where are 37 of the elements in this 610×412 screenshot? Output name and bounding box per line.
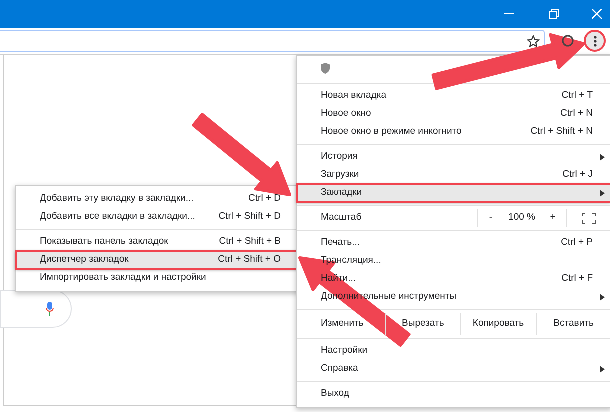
caret-icon (600, 190, 605, 196)
menu-item[interactable]: Печать... Ctrl + P (297, 234, 610, 252)
menu-item[interactable]: Выход (297, 385, 610, 403)
edit-button[interactable]: Вставить (536, 313, 610, 335)
close-icon[interactable] (592, 9, 602, 19)
menu-item[interactable]: Настройки (297, 342, 610, 360)
edit-button[interactable]: Копировать (460, 313, 536, 335)
menu-item[interactable]: Трансляция... (297, 252, 610, 270)
menu-item[interactable]: Загрузки Ctrl + J (297, 166, 610, 184)
menu-item[interactable]: Справка (297, 360, 610, 378)
zoom-value: 100 % (508, 210, 536, 225)
minimize-icon[interactable] (504, 13, 514, 15)
zoom-label: Масштаб (320, 210, 363, 225)
zoom-in-button[interactable]: + (540, 210, 566, 226)
menu-item[interactable]: Закладки (297, 184, 610, 202)
restore-icon[interactable] (549, 9, 559, 19)
menu-item[interactable]: Добавить все вкладки в закладки... Ctrl + Shift + D (16, 208, 299, 226)
menu-button[interactable] (584, 30, 606, 52)
fullscreen-icon[interactable] (582, 212, 596, 224)
menu-item[interactable]: Новое окно в режиме инкогнито Ctrl + Shift + N (297, 123, 610, 141)
menu-item[interactable]: Показывать панель закладок Ctrl + Shift + B (16, 233, 299, 251)
caret-icon (600, 366, 605, 372)
menu-item[interactable]: Добавить эту вкладку в закладки... Ctrl + D (16, 190, 299, 208)
caret-icon (600, 154, 605, 160)
menu-item[interactable]: История (297, 148, 610, 166)
menu-item[interactable]: Диспетчер закладок Ctrl + Shift + O (16, 251, 299, 269)
profile-icon[interactable] (562, 35, 574, 47)
menu-item[interactable]: Новое окно Ctrl + N (297, 105, 610, 123)
edit-label: Изменить (320, 316, 365, 331)
zoom-out-button[interactable]: - (478, 210, 504, 226)
menu-item[interactable]: Новая вкладка Ctrl + T (297, 87, 610, 105)
shield-icon (321, 62, 330, 74)
menu-item[interactable]: Импортировать закладки и настройки (16, 269, 299, 287)
caret-icon (600, 294, 605, 300)
menu-icon (594, 36, 596, 46)
microphone-icon[interactable] (46, 302, 54, 316)
star-icon[interactable] (527, 34, 540, 48)
